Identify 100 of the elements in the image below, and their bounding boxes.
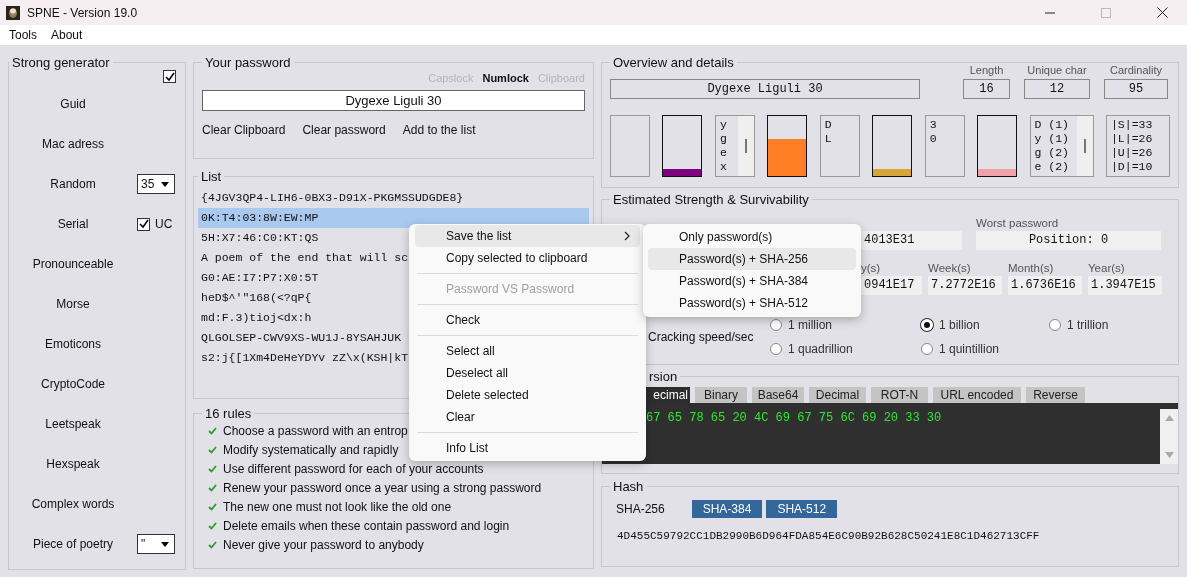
generator-button[interactable]: Emoticons	[9, 337, 137, 351]
generator-button[interactable]: Hexspeak	[9, 457, 137, 471]
hash-tab[interactable]: SHA-384	[691, 500, 763, 518]
stat-label: Cardinality	[1110, 64, 1162, 76]
tab[interactable]: ROT-N	[871, 387, 928, 403]
group-title: List	[200, 169, 223, 184]
group-title: rsion	[648, 369, 679, 384]
field-label: Worst password	[976, 217, 1060, 229]
rule-text: Modify systematically and rapidly	[223, 442, 399, 457]
menu-item[interactable]: Check	[415, 309, 640, 331]
generator-button[interactable]: CryptoCode	[9, 377, 137, 391]
char-entry: 3	[929, 118, 938, 132]
tab[interactable]: Binary	[695, 387, 747, 403]
radio-label[interactable]: 1 billion	[939, 318, 980, 332]
time-field: 0941E17	[861, 276, 922, 295]
field-label: y(s)	[861, 262, 881, 274]
menu-item[interactable]: Save the list	[415, 225, 640, 247]
rule-text: Choose a password with an entrop	[223, 423, 408, 438]
scrollbar[interactable]	[1160, 409, 1178, 464]
rule-text: Use different password for each of your accounts	[223, 461, 484, 476]
checkmark-icon	[208, 502, 217, 511]
menu-item[interactable]: Info List	[415, 437, 640, 459]
menu-item[interactable]: About	[51, 28, 83, 42]
char-entry: y (1)	[1034, 132, 1070, 146]
radio-label[interactable]: 1 quadrillion	[788, 342, 853, 356]
maximize-icon[interactable]	[1101, 7, 1111, 18]
group-title: Your password	[204, 55, 292, 70]
action-link[interactable]: Clear password	[302, 123, 386, 137]
tab[interactable]: URL encoded	[933, 387, 1021, 403]
checkbox[interactable]	[163, 70, 176, 83]
group-title: Overview and details	[612, 55, 735, 70]
generator-button[interactable]: Mac adress	[9, 137, 137, 151]
char-entry: |S|=33	[1110, 118, 1154, 132]
generator-button[interactable]: Random	[9, 177, 137, 191]
hash-tab[interactable]: SHA-512	[766, 500, 838, 518]
dropdown[interactable]: "	[137, 534, 175, 554]
group-title: Strong generator	[11, 55, 111, 70]
checkbox-label: UC	[155, 217, 173, 231]
menu-item[interactable]: Select all	[415, 340, 640, 362]
radio-label[interactable]: 1 trillion	[1067, 318, 1109, 332]
lock-indicator: Numlock	[482, 72, 529, 84]
generator-button[interactable]: Serial	[9, 217, 137, 231]
char-entry: D	[824, 118, 833, 132]
menu-item[interactable]: Tools	[9, 28, 37, 42]
char-entry: 0	[929, 132, 938, 146]
menu-item[interactable]: Password(s) + SHA-384	[648, 270, 856, 292]
group-title: 16 rules	[204, 406, 253, 421]
radio-label[interactable]: 1 quintillion	[939, 342, 1000, 356]
checkmark-icon	[208, 521, 217, 530]
stat-label: Unique char	[1027, 64, 1087, 76]
generator-button[interactable]: Complex words	[9, 497, 137, 511]
possibilities-field: 4013E31	[861, 231, 962, 250]
generator-button[interactable]: Piece of poetry	[9, 537, 137, 551]
checkbox[interactable]	[137, 217, 150, 231]
action-link[interactable]: Add to the list	[402, 123, 476, 137]
generator-button[interactable]: Pronounceable	[9, 257, 137, 271]
stat-value: 16	[963, 79, 1010, 99]
menu-item[interactable]: Clear	[415, 406, 640, 428]
password-display: Dygexe Liguli 30	[610, 79, 920, 99]
menu-item[interactable]: Deselect all	[415, 362, 640, 384]
tab[interactable]: Decimal	[809, 387, 866, 403]
generator-button[interactable]: Leetspeak	[9, 417, 137, 431]
menu-item[interactable]: Only password(s)	[648, 226, 856, 248]
hash-tab[interactable]: SHA-256	[616, 500, 676, 518]
stat-value: 95	[1104, 79, 1168, 99]
char-entry: |D|=10	[1110, 160, 1154, 174]
menu-item[interactable]: Password(s) + SHA-512	[648, 292, 856, 314]
worst-password-field: Position: 0	[976, 231, 1161, 250]
group-title: Estimated Strength & Survivability	[612, 192, 810, 207]
rule-text: The new one must not look like the old one	[223, 499, 452, 514]
field-label: Week(s)	[928, 262, 971, 274]
time-field: 1.3947E15	[1088, 276, 1162, 295]
generator-button[interactable]: Guid	[9, 97, 137, 111]
close-icon[interactable]	[1157, 7, 1168, 18]
action-link[interactable]: Clear Clipboard	[202, 123, 286, 137]
tab[interactable]: Reverse	[1026, 387, 1085, 403]
radio-button[interactable]	[770, 343, 782, 355]
menu-item[interactable]: Password(s) + SHA-256	[648, 248, 856, 270]
scroll-down-icon[interactable]	[1164, 452, 1174, 458]
rule-text: Never give your password to anybody	[223, 537, 424, 552]
radio-label[interactable]: 1 million	[788, 318, 832, 332]
scroll-up-icon[interactable]	[1164, 415, 1174, 421]
scrollbar[interactable]	[737, 116, 754, 176]
radio-button[interactable]	[770, 319, 782, 331]
rule-text: Renew your password once a year using a strong password	[223, 480, 542, 495]
number-spinner[interactable]: 35	[137, 174, 175, 194]
list-item[interactable]: {4JGV3QP4-LIH6-0BX3-D91X-PKGMSSUDGDE8}	[198, 188, 589, 208]
radio-button[interactable]	[921, 343, 933, 355]
radio-button[interactable]	[1049, 319, 1061, 331]
list-item[interactable]: 0K:T4:03:8W:EW:MP	[198, 208, 589, 228]
generator-button[interactable]: Morse	[9, 297, 137, 311]
chevron-right-icon	[624, 231, 630, 241]
tab[interactable]: Base64	[752, 387, 804, 403]
time-field: 1.6736E16	[1008, 276, 1082, 295]
char-entry: D (1)	[1034, 118, 1070, 132]
scrollbar[interactable]	[1076, 116, 1093, 176]
char-entry: |L|=26	[1110, 132, 1154, 146]
menu-item[interactable]: Copy selected to clipboard	[415, 247, 640, 269]
password-field[interactable]: Dygexe Liguli 30	[202, 90, 585, 111]
field-label: Cracking speed/sec	[648, 330, 755, 344]
